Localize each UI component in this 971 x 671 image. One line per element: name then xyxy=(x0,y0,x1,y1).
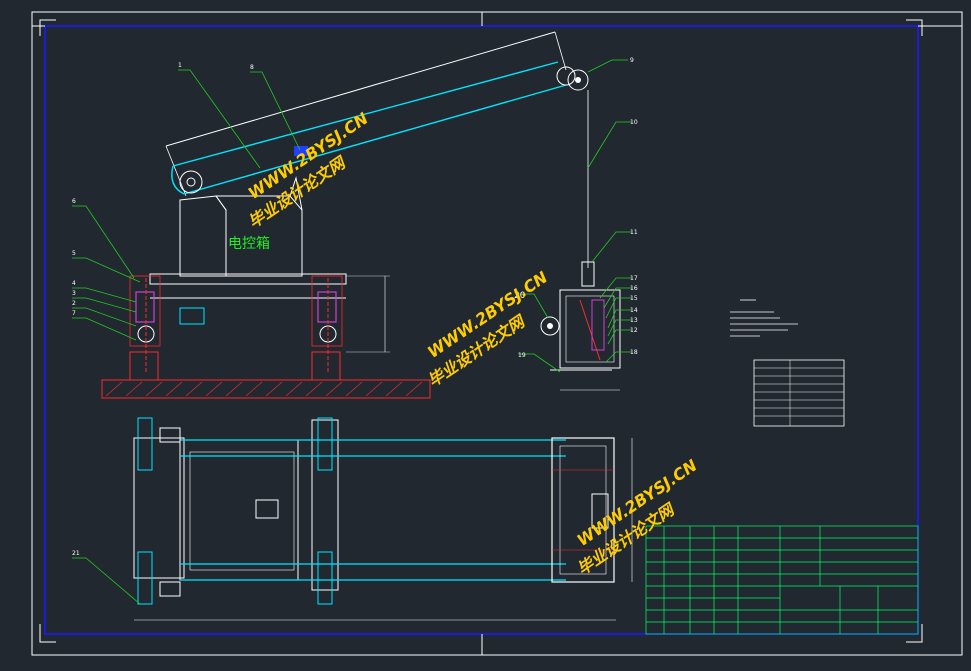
callout-5: 5 xyxy=(72,250,76,257)
callout-3: 3 xyxy=(72,290,76,297)
callout-1: 1 xyxy=(178,62,182,69)
cad-drawing: 电控箱 1 8 6 5 4 3 2 7 9 10 11 17 16 15 14 … xyxy=(31,11,963,656)
callout-15: 15 xyxy=(630,295,638,302)
plan-view xyxy=(133,417,633,621)
leader-lines xyxy=(72,59,632,605)
title-block xyxy=(645,525,919,635)
callout-9: 9 xyxy=(630,57,634,64)
callout-19: 19 xyxy=(518,352,526,359)
parameter-table xyxy=(753,359,845,427)
callout-14: 14 xyxy=(630,307,638,314)
callout-18: 18 xyxy=(630,349,638,356)
callout-16: 16 xyxy=(630,285,638,292)
callout-2: 2 xyxy=(72,300,76,307)
callout-12: 12 xyxy=(630,327,638,334)
watermark-1: WWW.2BYSJ.CN 毕业设计论文网 xyxy=(245,108,372,231)
callout-4: 4 xyxy=(72,280,76,287)
callout-17: 17 xyxy=(630,275,638,282)
callout-8: 8 xyxy=(250,64,254,71)
watermark-3: WWW.2BYSJ.CN 毕业设计论文网 xyxy=(573,455,700,578)
callout-13: 13 xyxy=(630,317,638,324)
base-frame-side xyxy=(101,273,431,399)
callout-21: 21 xyxy=(72,550,80,557)
callout-6: 6 xyxy=(72,198,76,205)
technical-notes xyxy=(730,299,798,337)
callout-7: 7 xyxy=(72,310,76,317)
callout-11: 11 xyxy=(630,229,638,236)
callout-10: 10 xyxy=(630,119,638,126)
control-box-label: 电控箱 xyxy=(228,236,270,252)
boom-arm xyxy=(165,31,589,197)
